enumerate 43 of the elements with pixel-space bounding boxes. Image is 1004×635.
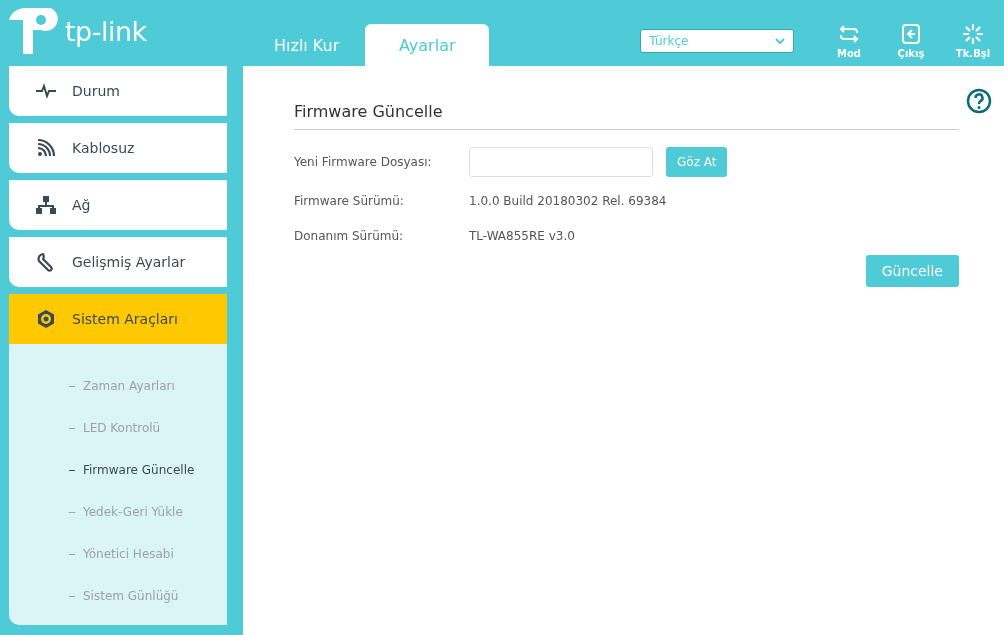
submenu-item[interactable]: Yedek-Geri Yükle xyxy=(9,491,189,533)
update-button[interactable]: Güncelle xyxy=(865,255,959,287)
network-icon xyxy=(36,195,56,215)
sidebar-item[interactable]: Durum xyxy=(9,66,227,116)
field-label: Firmware Sürümü: xyxy=(294,193,405,208)
dash-icon xyxy=(69,386,75,387)
pulse-icon xyxy=(36,81,56,101)
dash-icon xyxy=(69,470,75,471)
browse-button[interactable]: Göz At xyxy=(666,147,728,177)
brand-wordmark: tp-link xyxy=(65,15,147,47)
sidebar-item[interactable]: Gelişmiş Ayarlar xyxy=(9,237,227,287)
sidebar-item[interactable]: Kablosuz xyxy=(9,123,227,173)
toolbar-action[interactable]: Tk.Bşl xyxy=(942,23,1004,59)
submenu-item[interactable]: LED Kontrolü xyxy=(9,407,167,449)
loading-spinner-icon xyxy=(962,23,984,44)
field-label: Yeni Firmware Dosyası: xyxy=(294,155,433,169)
chevron-down-icon xyxy=(775,37,785,45)
dash-icon xyxy=(69,512,75,513)
sidebar-item[interactable]: Ağ xyxy=(9,180,227,230)
field-value: TL-WA855RE v3.0 xyxy=(469,228,575,243)
file-path-field[interactable] xyxy=(469,147,653,177)
language-dropdown[interactable]: Türkçe xyxy=(640,29,794,53)
field-label: Donanım Sürümü: xyxy=(294,228,405,243)
submenu-item[interactable]: Yönetici Hesabi xyxy=(9,533,180,575)
gear-icon xyxy=(36,309,56,329)
signal-icon xyxy=(36,138,56,158)
submenu-item[interactable]: Sistem Günlüğü xyxy=(9,575,185,617)
dash-icon xyxy=(69,554,75,555)
nav-tab[interactable]: Hızlı Kur xyxy=(248,24,366,66)
dash-icon xyxy=(69,428,75,429)
field-value: 1.0.0 Build 20180302 Rel. 69384 xyxy=(469,193,667,208)
swap-arrows-icon xyxy=(838,23,860,44)
section-title: Firmware Güncelle xyxy=(294,102,959,130)
logo-icon xyxy=(9,8,61,54)
sidebar-item[interactable]: Sistem Araçları xyxy=(9,294,227,344)
submenu-item[interactable]: Zaman Ayarları xyxy=(9,365,181,407)
help-icon[interactable] xyxy=(966,88,992,114)
dash-icon xyxy=(69,596,75,597)
exit-icon xyxy=(900,23,922,44)
nav-tab[interactable]: Ayarlar xyxy=(365,24,490,66)
toolbar-action[interactable]: Çıkış xyxy=(880,23,942,59)
toolbar-action[interactable]: Mod xyxy=(818,23,880,59)
submenu-item[interactable]: Firmware Güncelle xyxy=(9,449,201,491)
